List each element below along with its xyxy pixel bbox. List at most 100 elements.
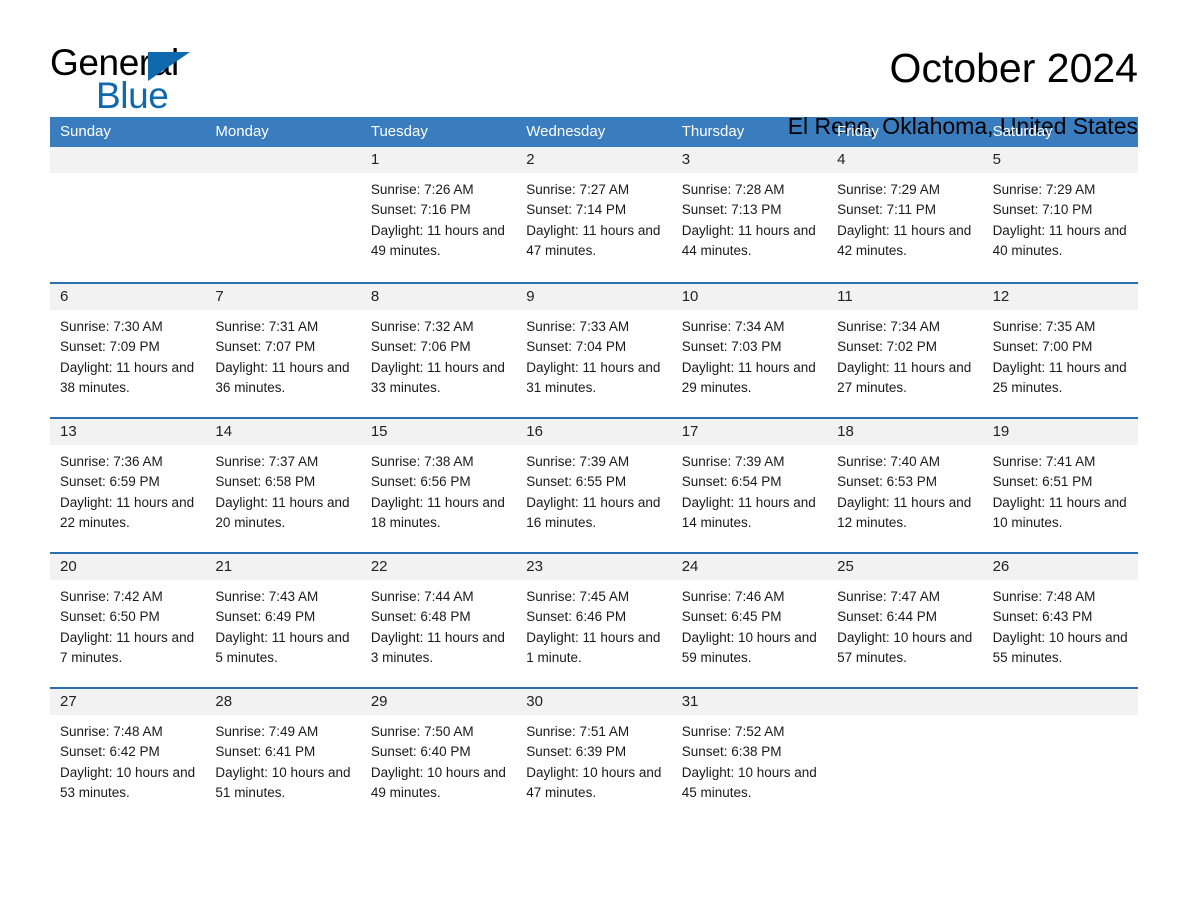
day-number: 8 [360,284,517,310]
weekday-header-tuesday: Tuesday [370,123,428,140]
day-number: 5 [982,147,1138,173]
day-sun-info: Sunrise: 7:50 AM Sunset: 6:40 PM Dayligh… [370,724,506,800]
day-cell[interactable]: 19 Sunrise: 7:41 AM Sunset: 6:51 PM Dayli… [982,419,1138,552]
day-cell[interactable]: 21 Sunrise: 7:43 AM Sunset: 6:49 PM Dayli… [205,554,361,687]
day-number [982,689,1138,715]
day-cell[interactable]: 12 Sunrise: 7:35 AM Sunset: 7:00 PM Dayli… [982,284,1138,417]
day-number: 10 [671,284,828,310]
day-cell-empty [982,689,1138,822]
day-sun-info: Sunrise: 7:26 AM Sunset: 7:16 PM Dayligh… [370,182,505,258]
day-number: 12 [982,284,1138,310]
day-cell[interactable]: 5 Sunrise: 7:29 AM Sunset: 7:10 PM Daylig… [982,147,1138,282]
day-cell[interactable]: 8 Sunrise: 7:32 AM Sunset: 7:06 PM Daylig… [360,284,517,417]
page-title: October 2024 [889,45,1138,91]
day-number: 30 [516,689,672,715]
day-sun-info: Sunrise: 7:34 AM Sunset: 7:02 PM Dayligh… [837,319,972,395]
day-cell[interactable]: 23 Sunrise: 7:45 AM Sunset: 6:46 PM Dayli… [516,554,672,687]
day-cell[interactable]: 10 Sunrise: 7:34 AM Sunset: 7:03 PM Dayli… [671,284,828,417]
calendar-week-row: 6 Sunrise: 7:30 AM Sunset: 7:09 PM Daylig… [50,282,1138,417]
day-sun-info: Sunrise: 7:45 AM Sunset: 6:46 PM Dayligh… [526,589,661,665]
day-sun-info: Sunrise: 7:51 AM Sunset: 6:39 PM Dayligh… [526,724,662,800]
calendar-page: General Blue October 2024 El Reno, Oklah… [0,0,1188,918]
day-number: 7 [205,284,361,310]
day-number: 22 [360,554,517,580]
day-cell[interactable]: 26 Sunrise: 7:48 AM Sunset: 6:43 PM Dayli… [982,554,1138,687]
day-number: 11 [827,284,983,310]
day-cell[interactable]: 11 Sunrise: 7:34 AM Sunset: 7:02 PM Dayli… [827,284,983,417]
day-sun-info: Sunrise: 7:36 AM Sunset: 6:59 PM Dayligh… [60,454,195,530]
page-header: General Blue October 2024 El Reno, Oklah… [50,0,1138,139]
day-sun-info: Sunrise: 7:30 AM Sunset: 7:09 PM Dayligh… [60,319,195,395]
day-sun-info: Sunrise: 7:38 AM Sunset: 6:56 PM Dayligh… [370,454,505,530]
day-sun-info: Sunrise: 7:44 AM Sunset: 6:48 PM Dayligh… [370,589,505,665]
day-number: 3 [671,147,828,173]
day-cell[interactable]: 13 Sunrise: 7:36 AM Sunset: 6:59 PM Dayli… [50,419,206,552]
day-sun-info: Sunrise: 7:42 AM Sunset: 6:50 PM Dayligh… [60,589,195,665]
day-cell[interactable]: 31 Sunrise: 7:52 AM Sunset: 6:38 PM Dayli… [671,689,828,822]
weekday-header-saturday: Saturday [992,123,1053,140]
day-number: 26 [982,554,1138,580]
calendar-grid: Sunday Monday Tuesday Wednesday Thursday Frid… [50,117,1138,822]
day-sun-info: Sunrise: 7:52 AM Sunset: 6:38 PM Dayligh… [681,724,817,800]
day-cell[interactable]: 20 Sunrise: 7:42 AM Sunset: 6:50 PM Dayli… [50,554,206,687]
day-number [205,147,361,173]
day-cell[interactable]: 28 Sunrise: 7:49 AM Sunset: 6:41 PM Dayli… [205,689,361,822]
day-sun-info: Sunrise: 7:39 AM Sunset: 6:54 PM Dayligh… [681,454,816,530]
day-cell[interactable]: 2 Sunrise: 7:27 AM Sunset: 7:14 PM Daylig… [516,147,672,282]
day-sun-info: Sunrise: 7:39 AM Sunset: 6:55 PM Dayligh… [526,454,661,530]
day-cell[interactable]: 24 Sunrise: 7:46 AM Sunset: 6:45 PM Dayli… [671,554,828,687]
day-cell[interactable]: 25 Sunrise: 7:47 AM Sunset: 6:44 PM Dayli… [827,554,983,687]
day-number: 21 [205,554,361,580]
day-cell[interactable]: 7 Sunrise: 7:31 AM Sunset: 7:07 PM Daylig… [205,284,361,417]
day-cell-empty [50,147,206,282]
day-number: 14 [205,419,361,445]
day-cell[interactable]: 14 Sunrise: 7:37 AM Sunset: 6:58 PM Dayli… [205,419,361,552]
day-cell[interactable]: 16 Sunrise: 7:39 AM Sunset: 6:55 PM Dayli… [516,419,672,552]
calendar-week-row: 27 Sunrise: 7:48 AM Sunset: 6:42 PM Dayli… [50,687,1138,822]
weekday-header-thursday: Thursday [681,123,745,140]
triangle-icon [148,52,190,81]
day-cell[interactable]: 29 Sunrise: 7:50 AM Sunset: 6:40 PM Dayli… [360,689,517,822]
day-number [50,147,206,173]
day-sun-info: Sunrise: 7:27 AM Sunset: 7:14 PM Dayligh… [526,182,661,258]
day-number: 18 [827,419,983,445]
day-number: 29 [360,689,517,715]
day-cell[interactable]: 17 Sunrise: 7:39 AM Sunset: 6:54 PM Dayli… [671,419,828,552]
calendar-week-row: 20 Sunrise: 7:42 AM Sunset: 6:50 PM Dayli… [50,552,1138,687]
day-number: 23 [516,554,672,580]
day-number: 6 [50,284,206,310]
generalblue-logo[interactable]: General Blue [50,44,250,116]
day-sun-info: Sunrise: 7:37 AM Sunset: 6:58 PM Dayligh… [215,454,350,530]
day-sun-info: Sunrise: 7:29 AM Sunset: 7:11 PM Dayligh… [837,182,972,258]
day-cell[interactable]: 27 Sunrise: 7:48 AM Sunset: 6:42 PM Dayli… [50,689,206,822]
weekday-header-wednesday: Wednesday [526,123,606,140]
weekday-header-row: Sunday Monday Tuesday Wednesday Thursday Frid… [50,117,1138,147]
day-sun-info: Sunrise: 7:34 AM Sunset: 7:03 PM Dayligh… [681,319,816,395]
day-cell[interactable]: 18 Sunrise: 7:40 AM Sunset: 6:53 PM Dayli… [827,419,983,552]
day-number: 25 [827,554,983,580]
day-cell-empty [827,689,983,822]
day-cell[interactable]: 6 Sunrise: 7:30 AM Sunset: 7:09 PM Daylig… [50,284,206,417]
day-number: 2 [516,147,672,173]
day-cell[interactable]: 9 Sunrise: 7:33 AM Sunset: 7:04 PM Daylig… [516,284,672,417]
day-sun-info: Sunrise: 7:48 AM Sunset: 6:42 PM Dayligh… [60,724,196,800]
weekday-header-monday: Monday [215,123,269,140]
day-cell[interactable]: 22 Sunrise: 7:44 AM Sunset: 6:48 PM Dayli… [360,554,517,687]
day-sun-info: Sunrise: 7:31 AM Sunset: 7:07 PM Dayligh… [215,319,350,395]
day-number: 16 [516,419,672,445]
weekday-header-friday: Friday [837,123,879,140]
day-sun-info: Sunrise: 7:41 AM Sunset: 6:51 PM Dayligh… [992,454,1127,530]
day-sun-info: Sunrise: 7:49 AM Sunset: 6:41 PM Dayligh… [215,724,351,800]
day-sun-info: Sunrise: 7:46 AM Sunset: 6:45 PM Dayligh… [681,589,817,665]
day-sun-info: Sunrise: 7:43 AM Sunset: 6:49 PM Dayligh… [215,589,350,665]
day-cell[interactable]: 30 Sunrise: 7:51 AM Sunset: 6:39 PM Dayli… [516,689,672,822]
day-sun-info: Sunrise: 7:35 AM Sunset: 7:00 PM Dayligh… [992,319,1127,395]
day-cell[interactable]: 4 Sunrise: 7:29 AM Sunset: 7:11 PM Daylig… [827,147,983,282]
day-sun-info: Sunrise: 7:47 AM Sunset: 6:44 PM Dayligh… [837,589,973,665]
day-sun-info: Sunrise: 7:32 AM Sunset: 7:06 PM Dayligh… [370,319,505,395]
day-sun-info: Sunrise: 7:40 AM Sunset: 6:53 PM Dayligh… [837,454,972,530]
calendar-week-row: 1 Sunrise: 7:26 AM Sunset: 7:16 PM Daylig… [50,147,1138,282]
day-cell[interactable]: 1 Sunrise: 7:26 AM Sunset: 7:16 PM Daylig… [360,147,517,282]
day-cell[interactable]: 3 Sunrise: 7:28 AM Sunset: 7:13 PM Daylig… [671,147,828,282]
day-cell[interactable]: 15 Sunrise: 7:38 AM Sunset: 6:56 PM Dayli… [360,419,517,552]
